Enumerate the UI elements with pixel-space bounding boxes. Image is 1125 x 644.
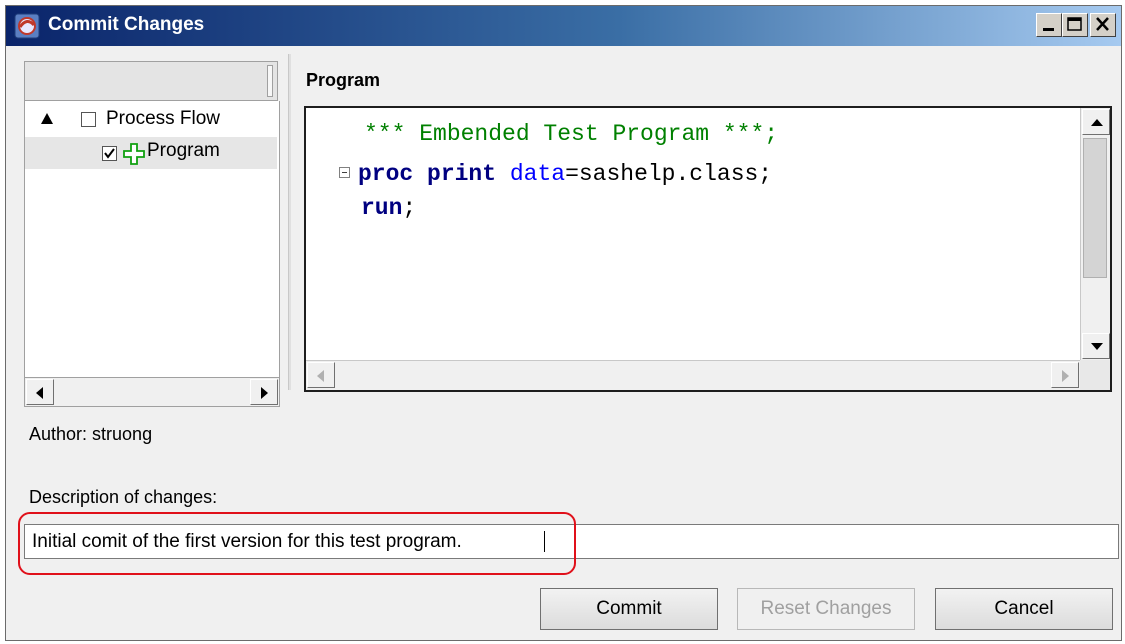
arrow-left-icon [317, 370, 324, 382]
author-label: Author: struong [29, 424, 153, 444]
code-line[interactable]: proc print data=sashelp.class; [358, 159, 772, 189]
tree-horizontal-scrollbar[interactable] [24, 377, 280, 407]
process-flow-checkbox[interactable] [81, 112, 96, 127]
code-token: data [509, 161, 566, 187]
tree-item-label: Program [147, 140, 220, 161]
arrow-down-icon [1091, 343, 1103, 350]
arrow-right-icon [261, 387, 268, 399]
arrow-right-icon [1062, 370, 1069, 382]
scroll-down-button[interactable] [1082, 333, 1110, 359]
code-token: *** Embended Test Program ***; [364, 121, 779, 147]
program-heading: Program [306, 70, 381, 90]
description-label: Description of changes: [29, 487, 218, 507]
close-icon [1096, 17, 1109, 31]
code-line[interactable]: *** Embended Test Program ***; [364, 119, 778, 149]
minimize-button[interactable] [1036, 13, 1062, 37]
tree-item-label: Process Flow [106, 108, 221, 129]
scrollbar-thumb[interactable] [1083, 138, 1107, 278]
scroll-left-button[interactable] [307, 362, 335, 388]
window-title: Commit Changes [48, 14, 205, 35]
editor-vertical-scrollbar[interactable] [1080, 108, 1110, 360]
program-checkbox[interactable] [102, 146, 117, 161]
tree-column-header[interactable] [24, 61, 278, 101]
maximize-button[interactable] [1062, 13, 1088, 37]
panel-splitter[interactable] [288, 54, 291, 390]
code-editor[interactable]: *** Embended Test Program ***; proc print… [304, 106, 1112, 392]
commit-changes-dialog: Commit Changes Process Flow Program Prog… [5, 5, 1122, 641]
close-button[interactable] [1090, 13, 1116, 37]
collapse-toggle-icon[interactable] [339, 167, 350, 178]
code-line[interactable]: run; [361, 193, 416, 223]
commit-button[interactable]: Commit [540, 588, 718, 630]
column-resize-grip[interactable] [267, 65, 273, 97]
scroll-left-button[interactable] [26, 379, 54, 405]
title-bar[interactable]: Commit Changes [6, 6, 1121, 46]
scrollbar-corner [1080, 360, 1110, 390]
code-token: proc print [358, 161, 497, 187]
scroll-up-button[interactable] [1082, 109, 1110, 135]
tree-item-process-flow[interactable]: Process Flow [25, 105, 277, 137]
sas-app-icon [14, 13, 40, 39]
code-token: =sashelp.class; [565, 161, 773, 187]
changes-tree: Process Flow Program [24, 101, 280, 377]
tree-item-program[interactable]: Program [25, 137, 277, 169]
editor-horizontal-scrollbar[interactable] [306, 360, 1080, 390]
expander-triangle-icon[interactable] [41, 113, 53, 124]
arrow-up-icon [1091, 119, 1103, 126]
minimize-icon [1043, 28, 1054, 31]
code-token: ; [402, 195, 417, 221]
code-token: run [361, 195, 403, 221]
description-input[interactable] [24, 524, 1119, 559]
reset-changes-button[interactable]: Reset Changes [737, 588, 915, 630]
maximize-icon [1067, 17, 1082, 31]
scroll-right-button[interactable] [250, 379, 278, 405]
cancel-button[interactable]: Cancel [935, 588, 1113, 630]
scroll-right-button[interactable] [1051, 362, 1079, 388]
checkmark-icon [104, 148, 115, 159]
changes-tree-panel: Process Flow Program [24, 61, 280, 407]
green-plus-add-icon [123, 143, 145, 171]
text-caret [544, 531, 545, 552]
arrow-left-icon [36, 387, 43, 399]
